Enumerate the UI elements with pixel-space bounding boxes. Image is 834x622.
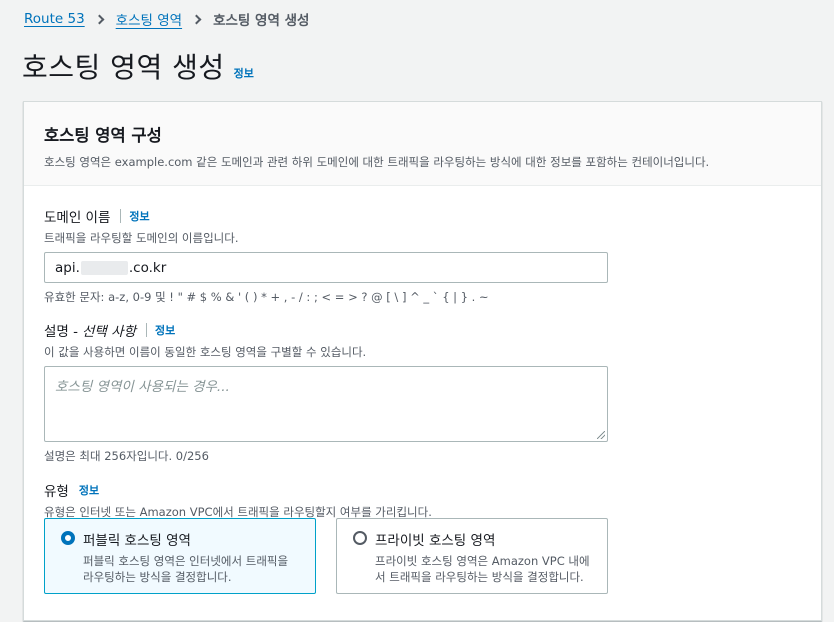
private-tile-title: 프라이빗 호스팅 영역 (375, 533, 496, 549)
private-desc-line1: 프라이빗 호스팅 영역은 Amazon VPC 내에 (375, 554, 590, 568)
public-tile-description: 퍼블릭 호스팅 영역은 인터넷에서 트래픽을 라우팅하는 방식을 결정합니다. (83, 553, 303, 585)
radio-private[interactable] (353, 531, 367, 545)
domain-value-prefix: api. (55, 259, 80, 276)
hosted-zone-config-panel: 호스팅 영역 구성 호스팅 영역은 example.com 같은 도메인과 관련… (23, 101, 822, 621)
private-desc-line2: 서 트래픽을 라우팅하는 방식을 결정합니다. (375, 570, 584, 584)
description-placeholder: 호스팅 영역이 사용되는 경우... (55, 379, 230, 395)
type-label: 유형 (44, 484, 69, 500)
panel-description: 호스팅 영역은 example.com 같은 도메인과 관련 하위 도메인에 대… (44, 155, 710, 169)
description-optional: 선택 사항 (82, 324, 136, 340)
domain-value-suffix: .co.kr (128, 259, 167, 276)
breadcrumb-current: 호스팅 영역 생성 (213, 13, 310, 29)
description-hint: 이 값을 사용하면 이름이 동일한 호스팅 영역을 구별할 수 있습니다. (44, 345, 367, 359)
redacted-mask (80, 260, 128, 275)
breadcrumb: Route 53 호스팅 영역 호스팅 영역 생성 (24, 9, 309, 29)
radio-public[interactable] (61, 531, 75, 545)
panel-header: 호스팅 영역 구성 호스팅 영역은 example.com 같은 도메인과 관련… (24, 102, 821, 186)
description-counter: 설명은 최대 256자입니다. 0/256 (44, 449, 209, 463)
public-hosted-zone-tile[interactable]: 퍼블릭 호스팅 영역 퍼블릭 호스팅 영역은 인터넷에서 트래픽을 라우팅하는 … (44, 518, 316, 594)
chevron-right-icon (94, 14, 105, 24)
divider (120, 209, 122, 223)
domain-name-label: 도메인 이름 (44, 210, 111, 226)
domain-constraint: 유효한 문자: a-z, 0-9 및 ! " # $ % & ' ( ) * +… (44, 290, 489, 304)
domain-hint: 트래픽을 라우팅할 도메인의 이름입니다. (44, 231, 239, 245)
domain-name-field: 도메인 이름 정보 트래픽을 라우팅할 도메인의 이름입니다. api. .co… (44, 206, 608, 305)
description-textarea[interactable]: 호스팅 영역이 사용되는 경우... (44, 366, 608, 442)
type-info-link[interactable]: 정보 (79, 482, 99, 498)
resize-handle-icon[interactable] (597, 431, 605, 439)
description-field: 설명 - 선택 사항 정보 이 값을 사용하면 이름이 동일한 호스팅 영역을 … (44, 320, 608, 464)
domain-info-link[interactable]: 정보 (129, 208, 149, 224)
public-desc-line2: 라우팅하는 방식을 결정합니다. (83, 570, 232, 584)
page-info-link[interactable]: 정보 (234, 65, 254, 81)
breadcrumb-hosted-zones-link[interactable]: 호스팅 영역 (116, 9, 182, 29)
domain-name-input[interactable]: api. .co.kr (44, 252, 608, 283)
type-field: 유형 정보 유형은 인터넷 또는 Amazon VPC에서 트래픽을 라우팅할지… (44, 480, 432, 520)
public-desc-line1: 퍼블릭 호스팅 영역은 인터넷에서 트래픽을 (83, 554, 289, 568)
page-title: 호스팅 영역 생성 (22, 51, 225, 84)
panel-title: 호스팅 영역 구성 (44, 126, 162, 145)
description-label: 설명 - (44, 324, 79, 340)
description-info-link[interactable]: 정보 (155, 322, 175, 338)
private-hosted-zone-tile[interactable]: 프라이빗 호스팅 영역 프라이빗 호스팅 영역은 Amazon VPC 내에 서… (336, 518, 608, 594)
public-tile-title: 퍼블릭 호스팅 영역 (83, 533, 191, 549)
divider (146, 323, 147, 337)
private-tile-description: 프라이빗 호스팅 영역은 Amazon VPC 내에 서 트래픽을 라우팅하는 … (375, 553, 595, 585)
page-header: 호스팅 영역 생성 정보 (22, 46, 254, 86)
breadcrumb-route53-link[interactable]: Route 53 (24, 11, 85, 27)
chevron-right-icon (191, 14, 202, 24)
